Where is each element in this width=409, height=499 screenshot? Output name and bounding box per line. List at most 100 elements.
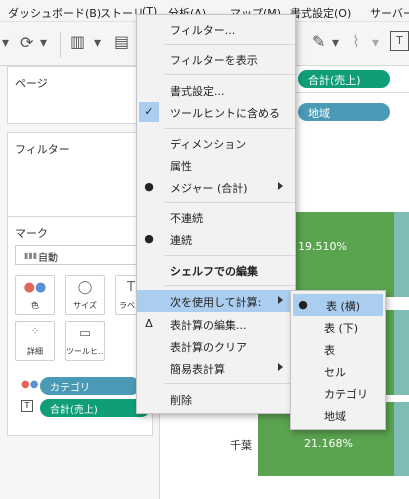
bar-mark[interactable] bbox=[394, 402, 409, 476]
attach-icon[interactable]: ⌇ bbox=[352, 32, 360, 51]
radio-selected-icon: ● bbox=[144, 232, 154, 245]
menu-separator bbox=[165, 74, 295, 75]
size-button[interactable]: ◯ サイズ bbox=[65, 275, 105, 315]
checkmark-icon: ✓ bbox=[144, 105, 154, 118]
pages-card: ページ bbox=[7, 66, 153, 124]
toolbar-separator bbox=[60, 32, 61, 58]
menu-item-format[interactable]: 書式設定... bbox=[137, 79, 295, 101]
marks-card: マーク ▮▮▮ 自動 ●● 色 ◯ サイズ T ラベル ⁘ 詳細 ▭ ツールヒ…… bbox=[7, 216, 153, 436]
menu-item-label: 表計算のクリア bbox=[170, 341, 247, 354]
color-label: 色 bbox=[31, 301, 39, 310]
size-label: サイズ bbox=[73, 301, 97, 310]
menu-item-label: 不連続 bbox=[170, 212, 203, 225]
highlight-dropdown-icon[interactable]: ▾ bbox=[332, 35, 339, 51]
refresh-dropdown-icon[interactable]: ▾ bbox=[40, 35, 47, 51]
menu-server[interactable]: サーバー bbox=[370, 5, 409, 21]
menu-format[interactable]: 書式設定(O) bbox=[290, 5, 351, 21]
submenu-item-label: 表 (横) bbox=[326, 300, 361, 313]
context-menu: フィルター... フィルターを表示 書式設定... ✓ ツールヒントに含める デ… bbox=[136, 14, 296, 414]
menu-item-attribute[interactable]: 属性 bbox=[137, 154, 295, 176]
menu-item-show-filter[interactable]: フィルターを表示 bbox=[137, 48, 295, 70]
menu-item-label: 次を使用して計算: bbox=[170, 296, 262, 309]
menu-item-label: シェルフでの編集 bbox=[170, 265, 258, 278]
tooltip-button[interactable]: ▭ ツールヒ… bbox=[65, 321, 105, 361]
detail-icon: ⁘ bbox=[30, 326, 40, 337]
menu-item-label: 連続 bbox=[170, 234, 192, 247]
submenu-arrow-icon bbox=[278, 296, 283, 304]
menu-item-label: メジャー (合計) bbox=[170, 182, 248, 195]
submenu-item-label: セル bbox=[324, 366, 346, 379]
duplicate-icon[interactable]: ▤ bbox=[114, 32, 129, 51]
bar-data-label: 21.168% bbox=[304, 437, 353, 450]
menu-item-compute-using[interactable]: 次を使用して計算: bbox=[137, 290, 295, 312]
detail-label: 詳細 bbox=[27, 347, 43, 356]
submenu-item-table-across[interactable]: ● 表 (横) bbox=[293, 294, 383, 316]
bar-data-label: 19.510% bbox=[298, 240, 347, 253]
row-header-label: 千葉 bbox=[230, 439, 252, 452]
menu-item-label: 簡易表計算 bbox=[170, 363, 225, 376]
submenu-item-label: 表 bbox=[324, 344, 335, 357]
menu-item-dimension[interactable]: ディメンション bbox=[137, 132, 295, 154]
menu-item-edit-in-shelf[interactable]: シェルフでの編集 bbox=[137, 259, 295, 281]
submenu-item-table[interactable]: 表 bbox=[291, 338, 385, 360]
dropdown-arrow-icon[interactable]: ▾ bbox=[2, 35, 9, 51]
menu-item-label: ツールヒントに含める bbox=[170, 107, 280, 120]
radio-selected-icon: ● bbox=[144, 180, 154, 193]
tooltip-icon: ▭ bbox=[78, 326, 92, 341]
highlight-icon[interactable]: ✎ bbox=[312, 32, 325, 51]
columns-shelf-pill[interactable]: 地域 bbox=[298, 103, 390, 121]
menu-item-remove[interactable]: 削除 bbox=[137, 388, 295, 410]
menu-separator bbox=[165, 128, 295, 129]
category-pill[interactable]: カテゴリ bbox=[40, 377, 140, 395]
new-worksheet-icon[interactable]: ▥ bbox=[70, 32, 85, 51]
show-labels-icon[interactable]: T bbox=[390, 31, 409, 51]
submenu-item-label: カテゴリ bbox=[324, 388, 368, 401]
menu-separator bbox=[165, 383, 295, 384]
menu-item-label: ディメンション bbox=[170, 138, 247, 151]
submenu-item-label: 表 (下) bbox=[324, 322, 359, 335]
menu-separator bbox=[165, 285, 295, 286]
rows-shelf-pill[interactable]: 合計(売上) bbox=[298, 70, 390, 88]
submenu-item-category[interactable]: カテゴリ bbox=[291, 382, 385, 404]
color-icon: ●● bbox=[23, 280, 47, 295]
menu-item-label: 表計算の編集... bbox=[170, 319, 247, 332]
submenu-item-cell[interactable]: セル bbox=[291, 360, 385, 382]
menu-item-measure[interactable]: ● メジャー (合計) bbox=[137, 176, 295, 198]
sum-sales-pill[interactable]: 合計(売上) bbox=[40, 399, 150, 417]
mark-type-select[interactable]: ▮▮▮ 自動 bbox=[15, 245, 146, 265]
detail-button[interactable]: ⁘ 詳細 bbox=[15, 321, 55, 361]
menu-item-label: フィルター... bbox=[170, 24, 236, 37]
color-button[interactable]: ●● 色 bbox=[15, 275, 55, 315]
mark-type-value: 自動 bbox=[38, 253, 58, 264]
menu-item-clear-table-calc[interactable]: 表計算のクリア bbox=[137, 335, 295, 357]
bar-chart-icon: ▮▮▮ bbox=[24, 251, 38, 260]
delta-icon: Δ bbox=[145, 317, 153, 330]
radio-selected-icon: ● bbox=[298, 298, 308, 311]
menu-dashboard[interactable]: ダッシュボード(B) bbox=[8, 5, 101, 21]
menu-separator bbox=[165, 255, 295, 256]
submenu-item-table-down[interactable]: 表 (下) bbox=[291, 316, 385, 338]
menu-item-continuous[interactable]: ● 連続 bbox=[137, 228, 295, 250]
attach-dropdown-icon[interactable]: ▾ bbox=[372, 35, 379, 51]
color-encoding-icon: ●● bbox=[21, 379, 39, 390]
submenu-item-region[interactable]: 地域 bbox=[291, 404, 385, 426]
tooltip-label: ツールヒ… bbox=[66, 347, 104, 356]
filters-title: フィルター bbox=[15, 143, 70, 156]
refresh-icon[interactable]: ⟳ bbox=[20, 33, 33, 52]
menu-separator bbox=[165, 44, 295, 45]
submenu-arrow-icon bbox=[278, 363, 283, 371]
menu-item-edit-table-calc[interactable]: Δ 表計算の編集... bbox=[137, 313, 295, 335]
menu-item-label: 削除 bbox=[170, 394, 192, 407]
menu-item-discrete[interactable]: 不連続 bbox=[137, 206, 295, 228]
menu-item-include-tooltip[interactable]: ✓ ツールヒントに含める bbox=[137, 101, 295, 123]
bar-mark[interactable] bbox=[394, 212, 409, 297]
shelf-divider bbox=[296, 92, 409, 93]
menu-item-filter[interactable]: フィルター... bbox=[137, 18, 295, 40]
compute-using-submenu: ● 表 (横) 表 (下) 表 セル カテゴリ 地域 bbox=[290, 290, 386, 430]
marks-title: マーク bbox=[15, 227, 48, 240]
submenu-item-label: 地域 bbox=[324, 410, 346, 423]
menu-item-quick-table-calc[interactable]: 簡易表計算 bbox=[137, 357, 295, 379]
submenu-arrow-icon bbox=[278, 182, 283, 190]
new-worksheet-dropdown-icon[interactable]: ▾ bbox=[94, 35, 101, 51]
bar-mark[interactable] bbox=[394, 310, 409, 395]
